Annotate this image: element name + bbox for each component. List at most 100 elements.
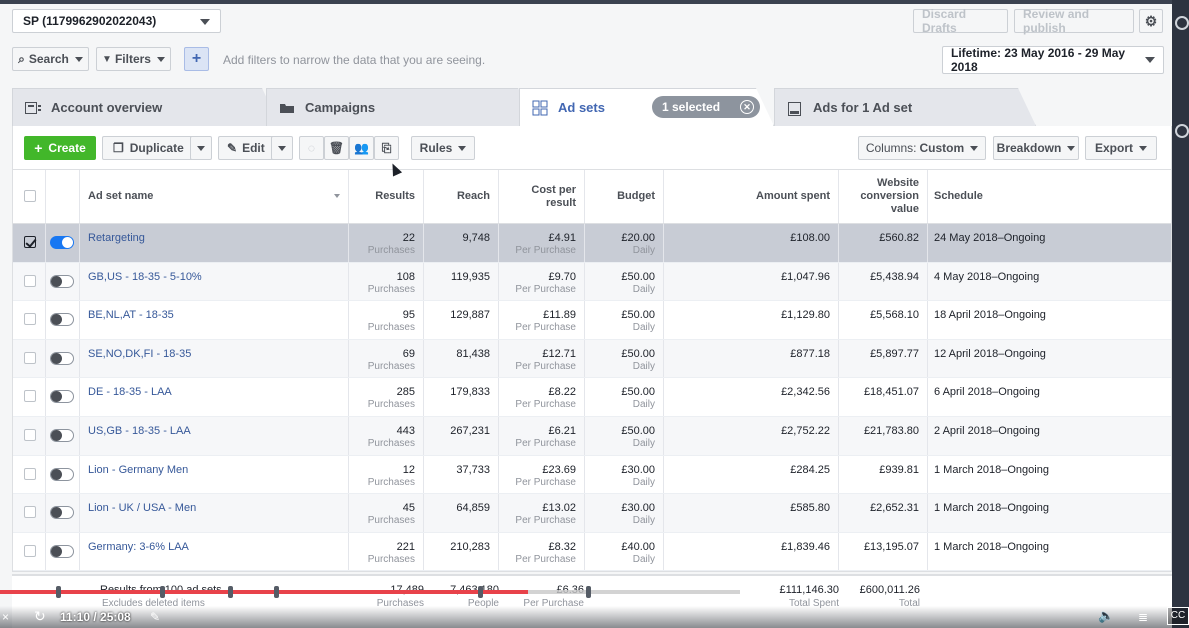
budget-cell[interactable]: £50.00 Daily: [585, 378, 664, 416]
status-toggle[interactable]: [50, 544, 74, 558]
chapter-marker[interactable]: [586, 586, 591, 598]
chapter-marker[interactable]: [228, 586, 233, 598]
status-toggle[interactable]: [50, 274, 74, 288]
table-row[interactable]: Germany: 3-6% LAA 221 Purchases 210,283 £8.3…: [13, 532, 1171, 572]
budget-cell[interactable]: £50.00 Daily: [585, 339, 664, 378]
close-icon[interactable]: ×: [2, 610, 9, 624]
row-checkbox[interactable]: [24, 467, 36, 480]
row-select-cell[interactable]: [13, 494, 46, 532]
row-toggle-cell[interactable]: [46, 339, 80, 378]
row-toggle-cell[interactable]: [46, 224, 80, 262]
captions-button[interactable]: CC: [1167, 607, 1189, 625]
breakdown-button[interactable]: Breakdown: [993, 136, 1079, 160]
ad-set-name-link[interactable]: GB,US - 18-35 - 5-10%: [88, 271, 202, 283]
discard-drafts-button[interactable]: Discard Drafts: [913, 7, 1008, 35]
table-row[interactable]: BE,NL,AT - 18-35 95 Purchases 129,887 £11.89…: [13, 301, 1171, 340]
header-select-all[interactable]: [13, 170, 46, 223]
table-row[interactable]: SE,NO,DK,FI - 18-35 69 Purchases 81,438 £12.…: [13, 339, 1171, 379]
tab-campaigns[interactable]: Campaigns: [266, 88, 536, 126]
chapter-marker[interactable]: [274, 586, 279, 598]
status-toggle[interactable]: [50, 467, 74, 481]
table-row[interactable]: Lion - Germany Men 12 Purchases 37,733 £23.6…: [13, 455, 1171, 495]
row-select-cell[interactable]: [13, 532, 46, 571]
ad-set-name-link[interactable]: Lion - Germany Men: [88, 464, 188, 476]
transcript-icon[interactable]: ≣: [1138, 610, 1148, 624]
row-checkbox[interactable]: [24, 313, 36, 326]
header-results[interactable]: Results: [349, 170, 424, 223]
status-toggle[interactable]: [50, 351, 74, 365]
chapter-marker[interactable]: [56, 586, 61, 598]
ad-set-name-link[interactable]: Germany: 3-6% LAA: [88, 541, 189, 553]
ad-set-name-link[interactable]: DE - 18-35 - LAA: [88, 386, 172, 398]
table-row[interactable]: Retargeting 22 Purchases 9,748 £4.91 Per Purc…: [13, 224, 1171, 263]
row-select-cell[interactable]: [13, 455, 46, 494]
status-toggle[interactable]: [50, 236, 74, 249]
status-toggle[interactable]: [50, 428, 74, 442]
row-checkbox[interactable]: [24, 274, 36, 287]
account-selector[interactable]: SP (1179962902022043): [12, 9, 221, 33]
row-select-cell[interactable]: [13, 378, 46, 416]
selection-count-pill[interactable]: 1 selected ✕: [652, 96, 760, 118]
table-row[interactable]: Lion - UK / USA - Men 45 Purchases 64,859 £1…: [13, 494, 1171, 533]
audience-button[interactable]: 👥: [349, 136, 374, 160]
export-button[interactable]: Export: [1085, 136, 1157, 160]
row-checkbox[interactable]: [24, 544, 36, 557]
budget-cell[interactable]: £20.00 Daily: [585, 224, 664, 262]
row-toggle-cell[interactable]: [46, 494, 80, 532]
rules-button[interactable]: Rules: [411, 136, 475, 160]
status-toggle[interactable]: [50, 506, 74, 520]
row-toggle-cell[interactable]: [46, 416, 80, 455]
status-toggle[interactable]: [50, 390, 74, 404]
replay-icon[interactable]: ↻: [34, 608, 46, 625]
status-toggle[interactable]: [50, 313, 74, 327]
row-select-cell[interactable]: [13, 301, 46, 339]
toggle-status-button[interactable]: ◌: [299, 136, 324, 160]
row-checkbox[interactable]: [24, 236, 36, 248]
budget-cell[interactable]: £50.00 Daily: [585, 262, 664, 301]
row-select-cell[interactable]: [13, 224, 46, 262]
delete-button[interactable]: 🗑: [324, 136, 349, 160]
settings-button[interactable]: ⚙: [1139, 9, 1163, 33]
chapter-marker[interactable]: [160, 586, 165, 598]
row-checkbox[interactable]: [24, 351, 36, 364]
row-toggle-cell[interactable]: [46, 262, 80, 301]
filters-button[interactable]: ▼ Filters: [96, 47, 171, 71]
ad-set-name-link[interactable]: Lion - UK / USA - Men: [88, 502, 196, 514]
budget-cell[interactable]: £50.00 Daily: [585, 301, 664, 339]
header-name[interactable]: Ad set name: [80, 170, 349, 223]
tab-account-overview[interactable]: Account overview: [12, 88, 280, 126]
row-select-cell[interactable]: [13, 416, 46, 455]
duplicate-dropdown[interactable]: [190, 136, 212, 160]
ad-set-name-link[interactable]: BE,NL,AT - 18-35: [88, 309, 174, 321]
preview-button[interactable]: ⎘: [374, 136, 399, 160]
header-budget[interactable]: Budget: [585, 170, 664, 223]
notes-icon[interactable]: ✎: [150, 610, 160, 624]
budget-cell[interactable]: £40.00 Daily: [585, 532, 664, 571]
header-reach[interactable]: Reach: [424, 170, 499, 223]
columns-button[interactable]: Columns: Custom: [858, 136, 986, 160]
date-range-picker[interactable]: Lifetime: 23 May 2016 - 29 May 2018: [942, 46, 1164, 74]
row-checkbox[interactable]: [24, 390, 36, 403]
close-icon[interactable]: ✕: [740, 100, 754, 114]
add-filter-button[interactable]: +: [184, 47, 209, 71]
edit-dropdown[interactable]: [271, 136, 293, 160]
ad-set-name-link[interactable]: US,GB - 18-35 - LAA: [88, 425, 191, 437]
table-row[interactable]: GB,US - 18-35 - 5-10% 108 Purchases 119,935…: [13, 262, 1171, 302]
row-toggle-cell[interactable]: [46, 532, 80, 571]
create-button[interactable]: + Create: [24, 136, 96, 160]
budget-cell[interactable]: £50.00 Daily: [585, 416, 664, 455]
row-checkbox[interactable]: [24, 428, 36, 441]
tab-ads[interactable]: Ads for 1 Ad set: [774, 88, 1036, 126]
table-row[interactable]: US,GB - 18-35 - LAA 443 Purchases 267,231 £6…: [13, 416, 1171, 456]
header-cost-per-result[interactable]: Cost per result: [499, 170, 585, 223]
budget-cell[interactable]: £30.00 Daily: [585, 494, 664, 532]
budget-cell[interactable]: £30.00 Daily: [585, 455, 664, 494]
ad-set-name-link[interactable]: SE,NO,DK,FI - 18-35: [88, 348, 191, 360]
header-amount-spent[interactable]: Amount spent: [664, 170, 839, 223]
row-checkbox[interactable]: [24, 506, 36, 519]
review-publish-button[interactable]: Review and publish: [1014, 7, 1134, 35]
table-row[interactable]: DE - 18-35 - LAA 285 Purchases 179,833 £8.22…: [13, 378, 1171, 417]
header-conversion-value[interactable]: Website conversion value: [839, 170, 928, 223]
row-toggle-cell[interactable]: [46, 301, 80, 339]
header-schedule[interactable]: Schedule: [928, 170, 1172, 223]
